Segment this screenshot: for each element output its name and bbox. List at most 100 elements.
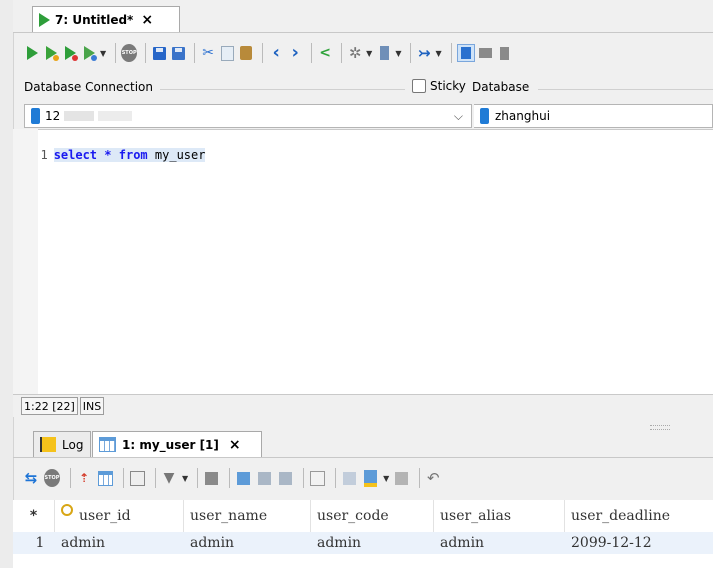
tab-log[interactable]: Log — [33, 431, 91, 457]
paste-icon[interactable] — [238, 45, 254, 61]
layout-icon[interactable] — [456, 44, 475, 62]
filter-icon[interactable]: ▼ — [161, 470, 177, 486]
toolbar-separator — [341, 43, 343, 63]
column-header[interactable]: user_id — [55, 500, 184, 532]
jump-icon[interactable]: ↣ — [416, 44, 432, 62]
key-icon — [61, 504, 73, 516]
toolbar-separator — [262, 43, 264, 63]
chevron-down-icon[interactable]: ▼ — [383, 474, 389, 483]
table-cell[interactable]: admin — [184, 532, 311, 554]
chevron-down-icon[interactable]: ▼ — [395, 49, 401, 58]
edit-table-icon[interactable] — [362, 469, 378, 487]
toolbar-separator — [419, 468, 421, 488]
table-row[interactable]: 1 admin admin admin admin 2099-12-12 — [13, 532, 713, 554]
checkbox[interactable] — [412, 79, 426, 93]
chevron-down-icon[interactable]: ▼ — [366, 49, 372, 58]
line-gutter — [13, 129, 38, 394]
main-toolbar: ▼ STOP ✂ ‹ › < ✲ ▼ ▼ ↣ ▼ — [13, 33, 713, 73]
delete-row-icon[interactable] — [277, 470, 293, 486]
sql-star: * — [104, 148, 112, 162]
editor-tab[interactable]: 7: Untitled* × — [32, 6, 180, 32]
table-cell[interactable]: admin — [311, 532, 434, 554]
undo-icon[interactable]: ↶ — [425, 469, 441, 487]
copy-icon[interactable] — [219, 45, 235, 61]
execute-current-icon[interactable] — [43, 45, 59, 61]
chevron-down-icon[interactable]: ⌵ — [454, 109, 463, 124]
grid-view-icon[interactable] — [97, 470, 113, 486]
close-icon[interactable]: × — [229, 437, 241, 453]
toolbar-separator — [229, 468, 231, 488]
tab-result-label: 1: my_user [1] — [122, 437, 219, 452]
toolbar-separator — [303, 468, 305, 488]
table-icon — [99, 437, 116, 452]
chevron-down-icon[interactable]: ▼ — [182, 474, 188, 483]
stop-icon[interactable]: STOP — [44, 469, 60, 487]
redacted-block — [98, 111, 133, 121]
redacted-block — [64, 111, 95, 121]
chevron-down-icon[interactable]: ▼ — [100, 49, 106, 58]
save-icon[interactable] — [151, 45, 167, 61]
divider — [538, 89, 713, 90]
table-cell[interactable]: admin — [434, 532, 565, 554]
table-cell[interactable]: admin — [55, 532, 184, 554]
left-panel-strip — [0, 0, 14, 568]
connection-value: 12 — [45, 109, 61, 123]
execute-icon[interactable] — [24, 45, 40, 61]
log-icon — [40, 437, 56, 452]
sql-keyword: select — [53, 148, 98, 162]
commit-icon[interactable] — [309, 470, 325, 486]
database-value: zhanghui — [495, 109, 551, 123]
back-icon[interactable]: ‹ — [268, 44, 284, 62]
sql-table: my_user — [154, 148, 206, 162]
insert-row-icon[interactable] — [235, 470, 251, 486]
execute-script-icon[interactable] — [62, 45, 78, 61]
export-icon[interactable]: ⇡ — [76, 470, 92, 486]
toolbar-separator — [197, 468, 199, 488]
database-select[interactable]: zhanghui — [474, 104, 713, 128]
sql-editor[interactable] — [13, 129, 713, 395]
explain-icon[interactable] — [81, 45, 97, 61]
column-header[interactable]: user_name — [184, 500, 311, 532]
layout-vertical-icon[interactable] — [497, 45, 513, 61]
settings-icon[interactable]: ✲ — [347, 44, 363, 62]
divider — [160, 89, 405, 90]
column-header[interactable]: user_alias — [434, 500, 565, 532]
save-as-icon[interactable] — [170, 45, 186, 61]
record-view-icon[interactable] — [129, 470, 145, 486]
stop-icon[interactable]: STOP — [121, 44, 138, 62]
sql-editor-icon — [39, 12, 50, 27]
row-number: 1 — [35, 535, 45, 551]
layout-horizontal-icon[interactable] — [478, 45, 494, 61]
table-cell[interactable]: 2099-12-12 — [565, 532, 713, 554]
refresh-icon[interactable]: ⇆ — [23, 469, 39, 487]
column-header[interactable]: user_code — [311, 500, 434, 532]
share-icon[interactable]: < — [317, 45, 333, 61]
table-header: * user_id user_name user_code user_alias… — [13, 500, 713, 532]
chevron-down-icon[interactable]: ▼ — [435, 49, 441, 58]
cut-icon[interactable]: ✂ — [200, 45, 216, 61]
toolbar-separator — [155, 468, 156, 488]
column-header[interactable]: user_deadline — [565, 500, 713, 532]
options-icon[interactable] — [393, 470, 409, 486]
close-icon[interactable]: × — [141, 12, 153, 28]
results-grid: * user_id user_name user_code user_alias… — [13, 500, 713, 568]
database-connection-label: Database Connection — [24, 80, 153, 94]
transaction-icon[interactable] — [376, 45, 392, 61]
toolbar-separator — [194, 43, 196, 63]
results-toolbar: ⇆ STOP ⇡ ▼ ▼ ▼ ↶ — [13, 460, 713, 496]
layout-icon[interactable] — [203, 470, 219, 486]
sticky-checkbox[interactable]: Sticky — [412, 79, 466, 93]
toolbar-separator — [115, 43, 117, 63]
forward-icon[interactable]: › — [287, 44, 303, 62]
duplicate-row-icon[interactable] — [256, 470, 272, 486]
connection-select[interactable]: 12 ⌵ — [24, 104, 472, 128]
edit-icon[interactable] — [341, 470, 357, 486]
toolbar-separator — [145, 43, 147, 63]
sql-keyword: from — [118, 148, 148, 162]
tab-result[interactable]: 1: my_user [1] × — [92, 431, 262, 457]
sticky-label: Sticky — [430, 79, 466, 93]
toolbar-separator — [450, 43, 452, 63]
cursor-position: 1:22 [22] — [21, 397, 78, 415]
toolbar-separator — [335, 468, 337, 488]
sql-line[interactable]: 1 select * from my_user — [26, 134, 206, 162]
